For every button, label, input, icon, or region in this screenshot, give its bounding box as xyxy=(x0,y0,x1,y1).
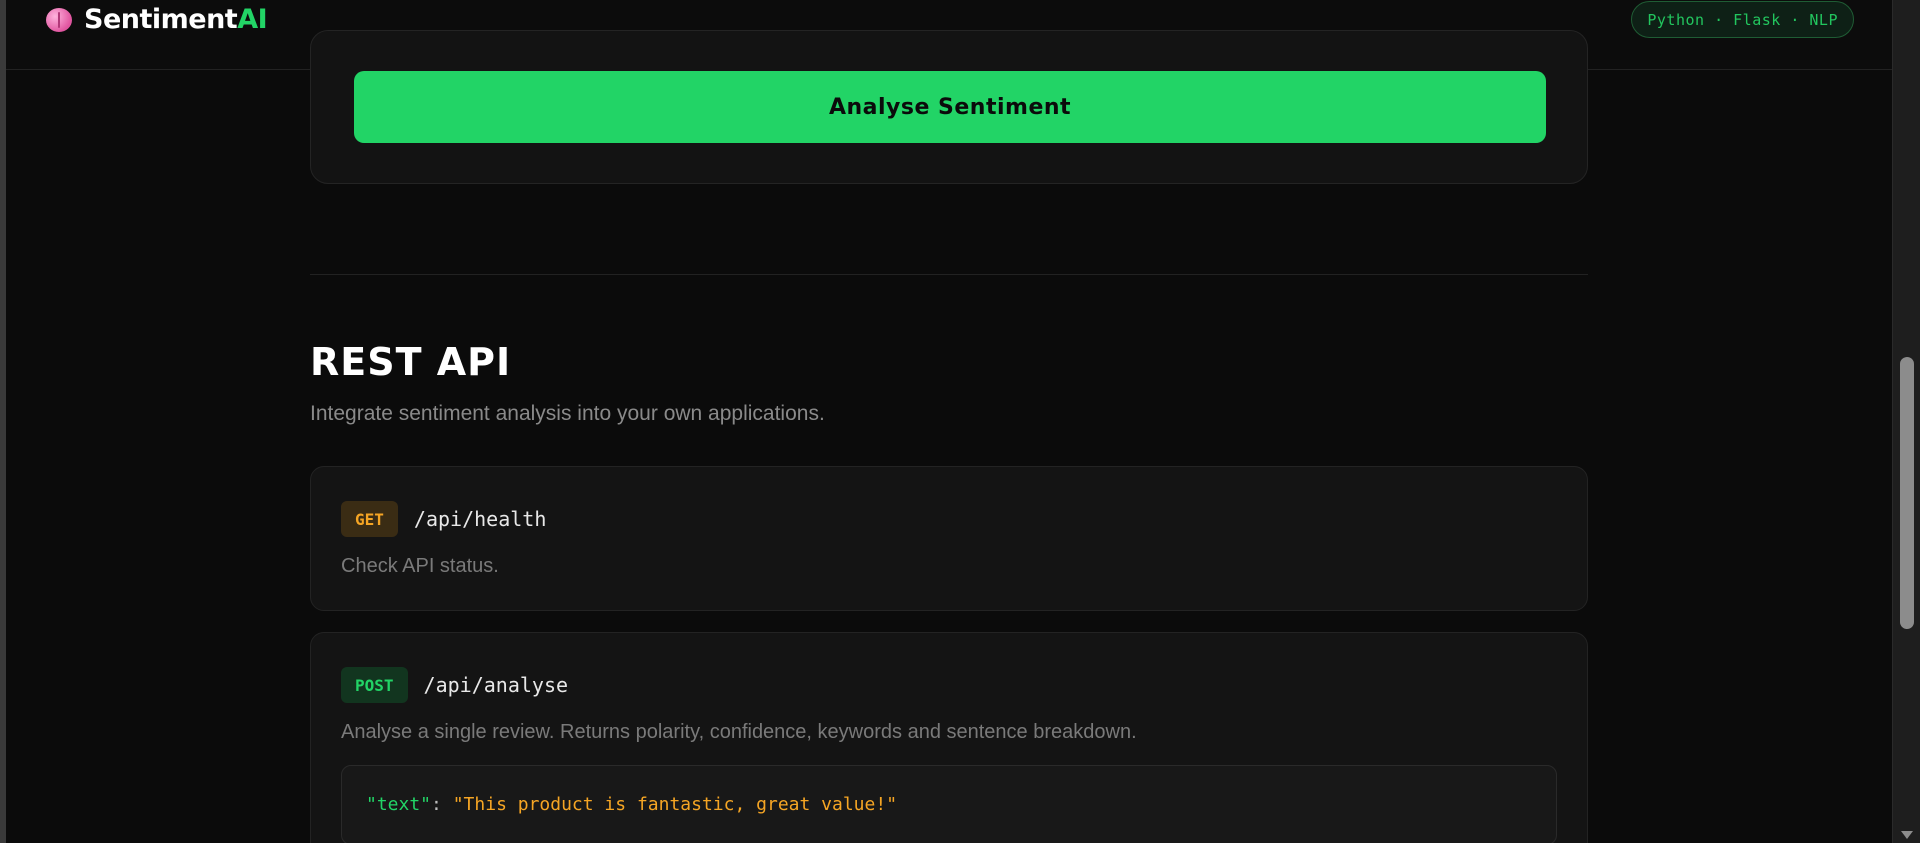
tech-stack-badge: Python · Flask · NLP xyxy=(1631,1,1854,38)
endpoint-description: Analyse a single review. Returns polarit… xyxy=(341,721,1137,743)
brain-icon xyxy=(46,7,72,32)
endpoint-path: /api/health xyxy=(413,507,547,531)
endpoint-card-health: GET /api/health Check API status. xyxy=(310,466,1588,611)
endpoint-card-analyse: POST /api/analyse Analyse a single revie… xyxy=(310,632,1588,843)
vertical-scrollbar[interactable] xyxy=(1892,0,1920,843)
endpoint-path: /api/analyse xyxy=(423,673,569,697)
brand-name-main: Sentiment xyxy=(84,4,238,35)
code-json-key: "text" xyxy=(366,794,432,815)
code-json-value: "This product is fantastic, great value!… xyxy=(452,794,898,815)
post-method-badge: POST xyxy=(341,667,408,703)
window-left-edge xyxy=(0,0,6,843)
analyse-card: Analyse Sentiment xyxy=(310,30,1588,184)
endpoint-header: POST /api/analyse xyxy=(341,667,568,703)
get-method-badge: GET xyxy=(341,501,398,537)
request-body-code-block: "text": "This product is fantastic, grea… xyxy=(341,765,1557,843)
code-json-colon: : xyxy=(431,794,453,815)
section-divider xyxy=(310,274,1588,275)
scroll-down-arrow-icon[interactable] xyxy=(1901,831,1913,839)
analyse-sentiment-button[interactable]: Analyse Sentiment xyxy=(354,71,1546,143)
endpoint-header: GET /api/health xyxy=(341,501,546,537)
scrollbar-thumb[interactable] xyxy=(1900,357,1914,629)
rest-api-title: REST API xyxy=(310,340,512,384)
brand-logo[interactable]: SentimentAI xyxy=(46,4,268,35)
rest-api-subtitle: Integrate sentiment analysis into your o… xyxy=(310,402,825,425)
brand-name-accent: AI xyxy=(237,4,268,35)
endpoint-description: Check API status. xyxy=(341,555,499,577)
brand-name: SentimentAI xyxy=(84,4,268,35)
